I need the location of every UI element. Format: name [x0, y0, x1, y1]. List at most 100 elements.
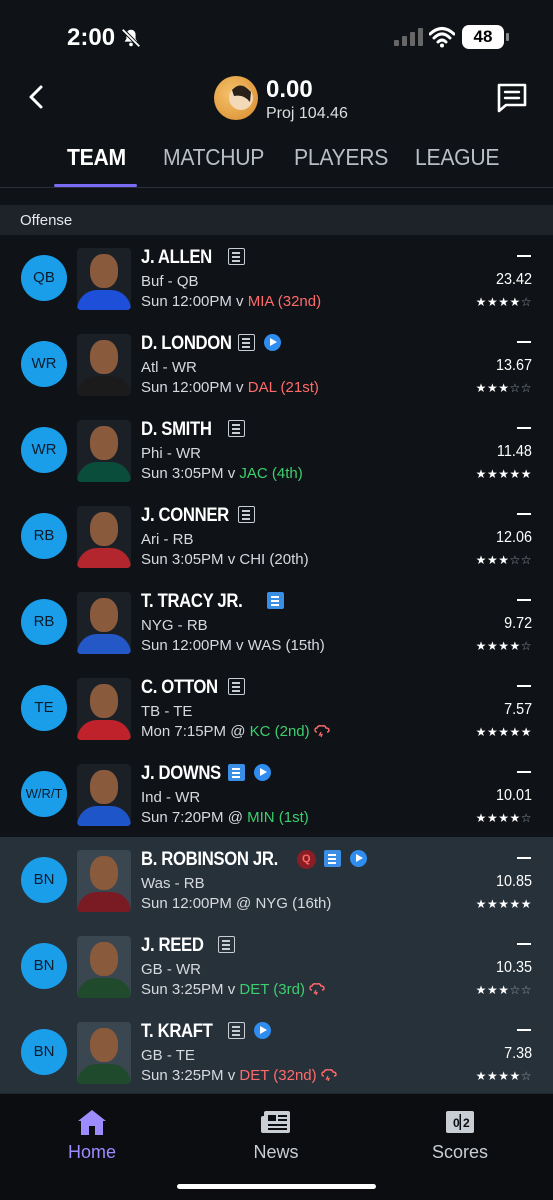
- wifi-icon: [429, 27, 455, 48]
- position-badge[interactable]: RB: [21, 599, 67, 645]
- player-head: [90, 426, 118, 460]
- player-name[interactable]: J. DOWNS: [141, 763, 221, 785]
- player-team-position: NYG - RB: [141, 617, 208, 634]
- weather-storm-icon: [313, 725, 330, 737]
- player-row[interactable]: W/R/T J. DOWNS Ind - WR Sun 7:20PM @ MIN…: [0, 751, 553, 837]
- player-headshot[interactable]: [77, 1022, 131, 1084]
- player-headshot[interactable]: [77, 678, 131, 740]
- matchup-rating: ★★★★☆: [476, 639, 532, 653]
- video-play-icon[interactable]: [253, 764, 271, 781]
- player-headshot[interactable]: [77, 936, 131, 998]
- live-score: [517, 341, 531, 343]
- nav-home[interactable]: Home: [0, 1094, 184, 1174]
- star-filled-icon: ★: [486, 811, 499, 825]
- tab-players[interactable]: PLAYERS: [294, 144, 388, 171]
- player-note-icon[interactable]: [227, 764, 245, 781]
- nav-news[interactable]: News: [184, 1094, 368, 1174]
- player-note-icon[interactable]: [227, 678, 245, 695]
- nav-scores[interactable]: 0 2 Scores: [368, 1094, 552, 1174]
- player-row[interactable]: RB J. CONNER Ari - RB Sun 3:05PM v CHI (…: [0, 493, 553, 579]
- player-row[interactable]: BN T. KRAFT GB - TE Sun 3:25PM v DET (32…: [0, 1009, 553, 1095]
- position-badge[interactable]: WR: [21, 341, 67, 387]
- player-note-icon[interactable]: [237, 506, 255, 523]
- opponent-rank: DET (3rd): [239, 981, 305, 998]
- player-jersey: [77, 290, 131, 310]
- star-empty-icon: ☆: [520, 983, 532, 997]
- position-badge[interactable]: WR: [21, 427, 67, 473]
- player-name[interactable]: J. CONNER: [141, 505, 229, 527]
- section-title: Offense: [20, 212, 73, 229]
- player-name[interactable]: D. LONDON: [141, 333, 232, 355]
- tab-league[interactable]: LEAGUE: [415, 144, 499, 171]
- live-score: [517, 513, 531, 515]
- video-play-icon[interactable]: [253, 1022, 271, 1039]
- player-headshot[interactable]: [77, 592, 131, 654]
- nav-news-label: News: [253, 1142, 299, 1162]
- player-name[interactable]: T. KRAFT: [141, 1021, 213, 1043]
- player-row[interactable]: TE C. OTTON TB - TE Mon 7:15PM @ KC (2nd…: [0, 665, 553, 751]
- player-row[interactable]: WR D. SMITH Phi - WR Sun 3:05PM v JAC (4…: [0, 407, 553, 493]
- video-play-icon[interactable]: [263, 334, 281, 351]
- live-score: [517, 685, 531, 687]
- player-headshot[interactable]: [77, 334, 131, 396]
- player-name[interactable]: J. REED: [141, 935, 204, 957]
- player-headshot[interactable]: [77, 506, 131, 568]
- player-team-position: TB - TE: [141, 703, 193, 720]
- position-badge[interactable]: W/R/T: [21, 771, 67, 817]
- star-filled-icon: ★: [486, 983, 499, 997]
- position-badge[interactable]: BN: [21, 943, 67, 989]
- chat-icon[interactable]: [494, 80, 530, 116]
- player-note-icon[interactable]: [227, 420, 245, 437]
- player-row[interactable]: BN B. ROBINSON JR. Q Was - RB Sun 12:00P…: [0, 837, 553, 923]
- home-indicator: [177, 1184, 376, 1189]
- position-badge[interactable]: BN: [21, 857, 67, 903]
- star-filled-icon: ★: [486, 381, 499, 395]
- star-filled-icon: ★: [520, 725, 532, 739]
- star-filled-icon: ★: [486, 553, 499, 567]
- star-empty-icon: ☆: [520, 811, 532, 825]
- back-chevron-icon[interactable]: [24, 82, 50, 112]
- video-play-icon[interactable]: [349, 850, 367, 867]
- projected-points: 7.38: [503, 1045, 532, 1062]
- player-row[interactable]: WR D. LONDON Atl - WR Sun 12:00PM v DAL …: [0, 321, 553, 407]
- player-name[interactable]: C. OTTON: [141, 677, 218, 699]
- news-icon: [261, 1111, 290, 1133]
- position-badge[interactable]: RB: [21, 513, 67, 559]
- player-row[interactable]: BN J. REED GB - WR Sun 3:25PM v DET (3rd…: [0, 923, 553, 1009]
- player-note-icon[interactable]: [217, 936, 235, 953]
- player-jersey: [77, 978, 131, 998]
- star-empty-icon: ☆: [520, 1069, 532, 1083]
- tab-matchup[interactable]: MATCHUP: [163, 144, 264, 171]
- player-name[interactable]: J. ALLEN: [141, 247, 212, 269]
- projected-points: 7.57: [503, 701, 532, 718]
- player-headshot[interactable]: [77, 764, 131, 826]
- game-info: Sun 3:25PM v DET (3rd): [141, 981, 325, 998]
- tab-team[interactable]: TEAM: [67, 144, 126, 171]
- player-row[interactable]: QB J. ALLEN Buf - QB Sun 12:00PM v MIA (…: [0, 235, 553, 321]
- player-note-icon[interactable]: [227, 248, 245, 265]
- team-avatar[interactable]: [214, 76, 258, 120]
- player-jersey: [77, 376, 131, 396]
- player-row[interactable]: RB T. TRACY JR. NYG - RB Sun 12:00PM v W…: [0, 579, 553, 665]
- player-name[interactable]: D. SMITH: [141, 419, 212, 441]
- player-team-position: Phi - WR: [141, 445, 201, 462]
- player-note-icon[interactable]: [323, 850, 341, 867]
- player-note-icon[interactable]: [237, 334, 255, 351]
- player-head: [90, 340, 118, 374]
- player-note-icon[interactable]: [227, 1022, 245, 1039]
- player-name[interactable]: B. ROBINSON JR.: [141, 849, 278, 871]
- game-info: Sun 12:00PM v WAS (15th): [141, 637, 325, 654]
- player-headshot[interactable]: [77, 420, 131, 482]
- player-headshot[interactable]: [77, 248, 131, 310]
- player-name[interactable]: T. TRACY JR.: [141, 591, 243, 613]
- player-note-icon[interactable]: [267, 592, 285, 609]
- star-filled-icon: ★: [509, 725, 521, 739]
- player-headshot[interactable]: [77, 850, 131, 912]
- position-badge[interactable]: TE: [21, 685, 67, 731]
- live-score: [517, 427, 531, 429]
- position-badge[interactable]: BN: [21, 1029, 67, 1075]
- status-bar: 2:00 48: [0, 0, 553, 70]
- player-jersey: [77, 548, 131, 568]
- star-filled-icon: ★: [475, 983, 487, 997]
- position-badge[interactable]: QB: [21, 255, 67, 301]
